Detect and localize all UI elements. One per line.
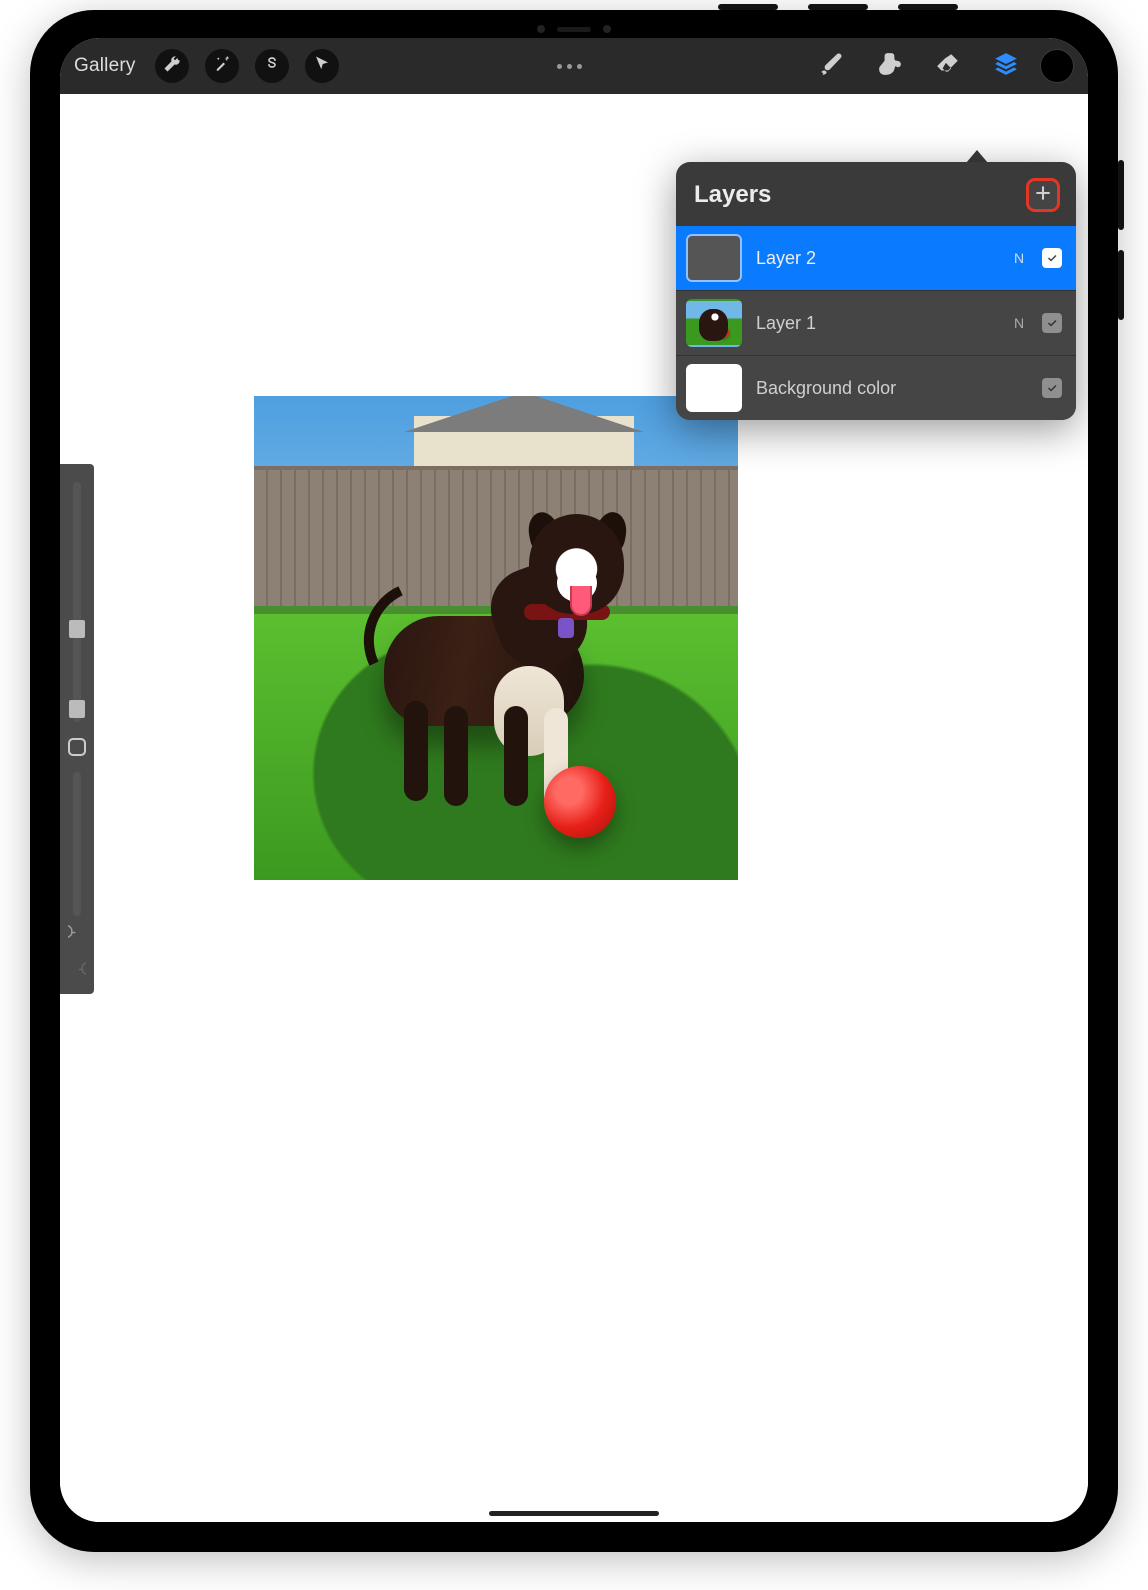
layers-button[interactable] <box>982 51 1030 82</box>
layer-name[interactable]: Layer 1 <box>756 313 996 334</box>
undo-button[interactable] <box>68 922 86 945</box>
eraser-icon <box>935 51 961 82</box>
layer-name[interactable]: Background color <box>756 378 996 399</box>
smudge-tool[interactable] <box>866 51 914 82</box>
layer-row[interactable]: Layer 2 N <box>676 226 1076 290</box>
layer-thumbnail[interactable] <box>686 299 742 347</box>
layers-icon <box>993 51 1019 82</box>
visibility-checkbox[interactable] <box>1042 248 1062 268</box>
brush-size-slider[interactable] <box>73 482 81 722</box>
wrench-icon <box>163 55 181 78</box>
plus-icon <box>1033 183 1053 208</box>
home-indicator[interactable] <box>489 1511 659 1516</box>
redo-button[interactable] <box>68 959 86 982</box>
panel-title: Layers <box>694 181 771 209</box>
brush-tool[interactable] <box>808 51 856 82</box>
layers-panel: Layers Layer 2 N <box>676 162 1076 420</box>
slider-handle[interactable] <box>69 620 85 638</box>
screen: Gallery <box>60 38 1088 1522</box>
blend-mode-indicator[interactable]: N <box>1010 315 1028 331</box>
layer-row[interactable]: Background color <box>676 355 1076 420</box>
arrow-cursor-icon <box>313 55 331 78</box>
layer-thumbnail[interactable] <box>686 234 742 282</box>
side-toolbar <box>60 464 94 994</box>
actions-button[interactable] <box>155 49 189 83</box>
transform-button[interactable] <box>305 49 339 83</box>
color-picker[interactable] <box>1040 49 1074 83</box>
smudge-icon <box>877 51 903 82</box>
modify-button[interactable] <box>68 738 86 756</box>
canvas-image[interactable] <box>254 396 738 880</box>
adjustments-button[interactable] <box>205 49 239 83</box>
selection-s-icon <box>263 55 281 78</box>
device-top-button <box>718 4 778 10</box>
modify-menu-icon[interactable] <box>557 64 582 69</box>
eraser-tool[interactable] <box>924 51 972 82</box>
visibility-checkbox[interactable] <box>1042 313 1062 333</box>
slider-handle[interactable] <box>69 700 85 718</box>
ipad-frame: Gallery <box>30 10 1118 1552</box>
selection-button[interactable] <box>255 49 289 83</box>
magic-wand-icon <box>213 55 231 78</box>
brush-icon <box>819 51 845 82</box>
add-layer-button[interactable] <box>1026 178 1060 212</box>
layer-row[interactable]: Layer 1 N <box>676 290 1076 355</box>
visibility-checkbox[interactable] <box>1042 378 1062 398</box>
gallery-button[interactable]: Gallery <box>74 55 136 77</box>
layer-thumbnail[interactable] <box>686 364 742 412</box>
blend-mode-indicator[interactable]: N <box>1010 250 1028 266</box>
brush-opacity-slider[interactable] <box>73 772 81 916</box>
canvas[interactable]: Layers Layer 2 N <box>60 94 1088 1522</box>
front-camera <box>529 24 619 34</box>
layer-name[interactable]: Layer 2 <box>756 248 996 269</box>
top-toolbar: Gallery <box>60 38 1088 94</box>
